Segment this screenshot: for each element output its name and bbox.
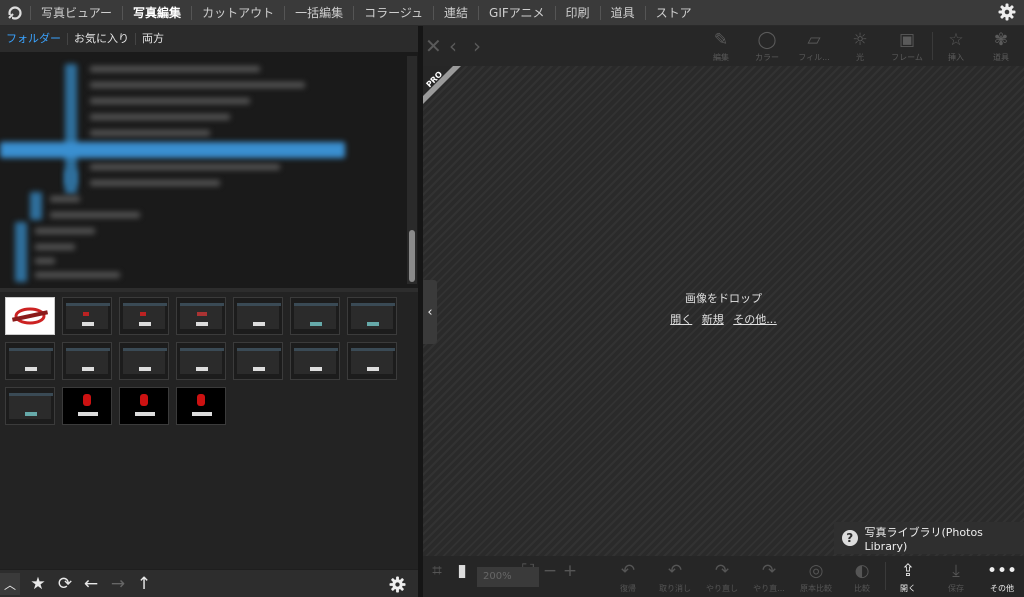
thumbnail[interactable] (176, 297, 226, 335)
star-icon: ☆ (948, 30, 964, 50)
save-button[interactable]: ⤓ 保存 (936, 559, 976, 595)
new-link[interactable]: 新規 (702, 313, 724, 326)
tree-scrollbar-thumb[interactable] (409, 230, 415, 282)
download-icon: ⤓ (952, 561, 960, 581)
redo-more-icon: ↷ (761, 561, 777, 581)
more-icon: ••• (986, 561, 1018, 581)
share-icon: ⇪ (900, 561, 916, 581)
edit-toolbar: ✕ ‹ › ✎ 編集 ◯ カラー ▱ フィル... ☼ 光 ▣ フレーム ☆ 挿入 ✾ 道具 (423, 26, 1024, 66)
zoom-out-icon[interactable]: − (540, 559, 560, 595)
undo-icon: ↶ (667, 561, 683, 581)
filter-icon: ▱ (807, 30, 821, 50)
palette-icon: ✾ (993, 30, 1009, 50)
menu-combine[interactable]: 連結 (433, 5, 478, 20)
other-link[interactable]: その他... (733, 313, 777, 326)
thumbnail[interactable] (62, 342, 112, 380)
star-icon[interactable]: ★ (27, 573, 49, 595)
thumbnail[interactable] (119, 342, 169, 380)
tools-button[interactable]: ✾ 道具 (978, 28, 1024, 66)
close-icon[interactable]: ✕ (425, 34, 442, 58)
pro-badge: PRO (423, 66, 463, 106)
app-logo-icon[interactable] (0, 0, 30, 25)
restore-icon: ↶ (620, 561, 636, 581)
tab-favorites[interactable]: お気に入り (68, 33, 136, 45)
redo-button[interactable]: ↷ やり直し (702, 559, 742, 595)
help-icon: ? (842, 530, 858, 546)
thumbnail[interactable] (5, 297, 55, 335)
thumbnail[interactable] (62, 297, 112, 335)
menu-batch-edit[interactable]: 一括編集 (284, 5, 353, 20)
zoom-level[interactable]: 200% (477, 567, 539, 587)
arrow-right-icon[interactable]: → (107, 573, 129, 595)
chevron-up-icon[interactable]: ︿ (0, 573, 20, 595)
menu-store[interactable]: ストア (644, 5, 702, 20)
open-link[interactable]: 開く (670, 313, 692, 326)
menu-print[interactable]: 印刷 (554, 5, 600, 20)
thumbnail[interactable] (5, 387, 55, 425)
compare-button[interactable]: ◐ 比較 (842, 559, 882, 595)
frame-button[interactable]: ▣ フレーム (884, 28, 930, 66)
thumbnail[interactable] (176, 342, 226, 380)
gear-icon[interactable] (998, 3, 1016, 21)
menu-photo-edit[interactable]: 写真編集 (122, 5, 191, 20)
thumbnail[interactable] (5, 342, 55, 380)
thumbnail[interactable] (233, 297, 283, 335)
color-button[interactable]: ◯ カラー (744, 28, 790, 66)
undo-button[interactable]: ↶ 取り消し (655, 559, 695, 595)
drop-prompt: 画像をドロップ (685, 292, 762, 305)
target-icon: ◎ (808, 561, 824, 581)
circle-icon: ◯ (757, 30, 777, 50)
arrow-up-icon[interactable]: ↑ (133, 573, 155, 595)
thumbnail[interactable] (290, 342, 340, 380)
photos-library-label: 写真ライブラリ(Photos Library) (864, 525, 983, 553)
thumbnail[interactable] (233, 342, 283, 380)
menu-photo-viewer[interactable]: 写真ビュアー (30, 5, 122, 20)
menu-collage[interactable]: コラージュ (353, 5, 433, 20)
compare-original-button[interactable]: ◎ 原本比較 (796, 559, 836, 595)
menu-cutout[interactable]: カットアウト (191, 5, 284, 20)
browser-toolbar: ︿ ★ ⟳ ← → ↑ (0, 570, 420, 597)
thumbnail[interactable] (119, 387, 169, 425)
sun-icon: ☼ (852, 30, 868, 50)
restore-button[interactable]: ↶ 復帰 (608, 559, 648, 595)
thumbnail-grid (0, 292, 418, 569)
edit-button[interactable]: ✎ 編集 (698, 28, 744, 66)
thumbnail[interactable] (119, 297, 169, 335)
open-button[interactable]: ⇪ 開く (888, 559, 928, 595)
insert-button[interactable]: ☆ 挿入 (933, 28, 979, 66)
toolbar-separator (885, 562, 886, 590)
drop-links: 開く 新規 その他... (423, 311, 1024, 327)
thumbnail[interactable] (62, 387, 112, 425)
chevron-right-icon[interactable]: › (473, 34, 481, 58)
pencil-icon: ✎ (713, 30, 729, 50)
more-button[interactable]: ••• その他 (982, 559, 1022, 595)
tab-folder[interactable]: フォルダー (0, 33, 68, 45)
crop-icon[interactable]: ⌗ (423, 559, 451, 595)
zoom-in-icon[interactable]: + (560, 559, 580, 595)
chevron-left-icon[interactable]: ‹ (449, 34, 457, 58)
filter-button[interactable]: ▱ フィル... (791, 28, 837, 66)
gear-icon[interactable] (386, 573, 408, 595)
thumbnail[interactable] (290, 297, 340, 335)
arrow-left-icon[interactable]: ← (80, 573, 102, 595)
tab-both[interactable]: 両方 (136, 33, 170, 45)
menu-gif-anime[interactable]: GIFアニメ (478, 5, 555, 20)
menu-tools[interactable]: 道具 (599, 5, 645, 20)
compare-toggle-icon[interactable]: ▮ (449, 559, 475, 595)
browser-tabs: フォルダー お気に入り 両方 (0, 26, 420, 52)
sync-icon[interactable]: ⟳ (54, 573, 76, 595)
thumbnail[interactable] (176, 387, 226, 425)
photos-library-button[interactable]: ? 写真ライブラリ(Photos Library) (834, 522, 1024, 554)
folder-tree[interactable] (0, 52, 418, 288)
thumbnail[interactable] (347, 297, 397, 335)
thumbnail[interactable] (347, 342, 397, 380)
redo-icon: ↷ (714, 561, 730, 581)
compare-icon: ◐ (854, 561, 870, 581)
frame-icon: ▣ (898, 30, 916, 50)
light-button[interactable]: ☼ 光 (837, 28, 883, 66)
redo-more-button[interactable]: ↷ やり直... (749, 559, 789, 595)
top-menu-bar: 写真ビュアー 写真編集 カットアウト 一括編集 コラージュ 連結 GIFアニメ … (0, 0, 1024, 26)
